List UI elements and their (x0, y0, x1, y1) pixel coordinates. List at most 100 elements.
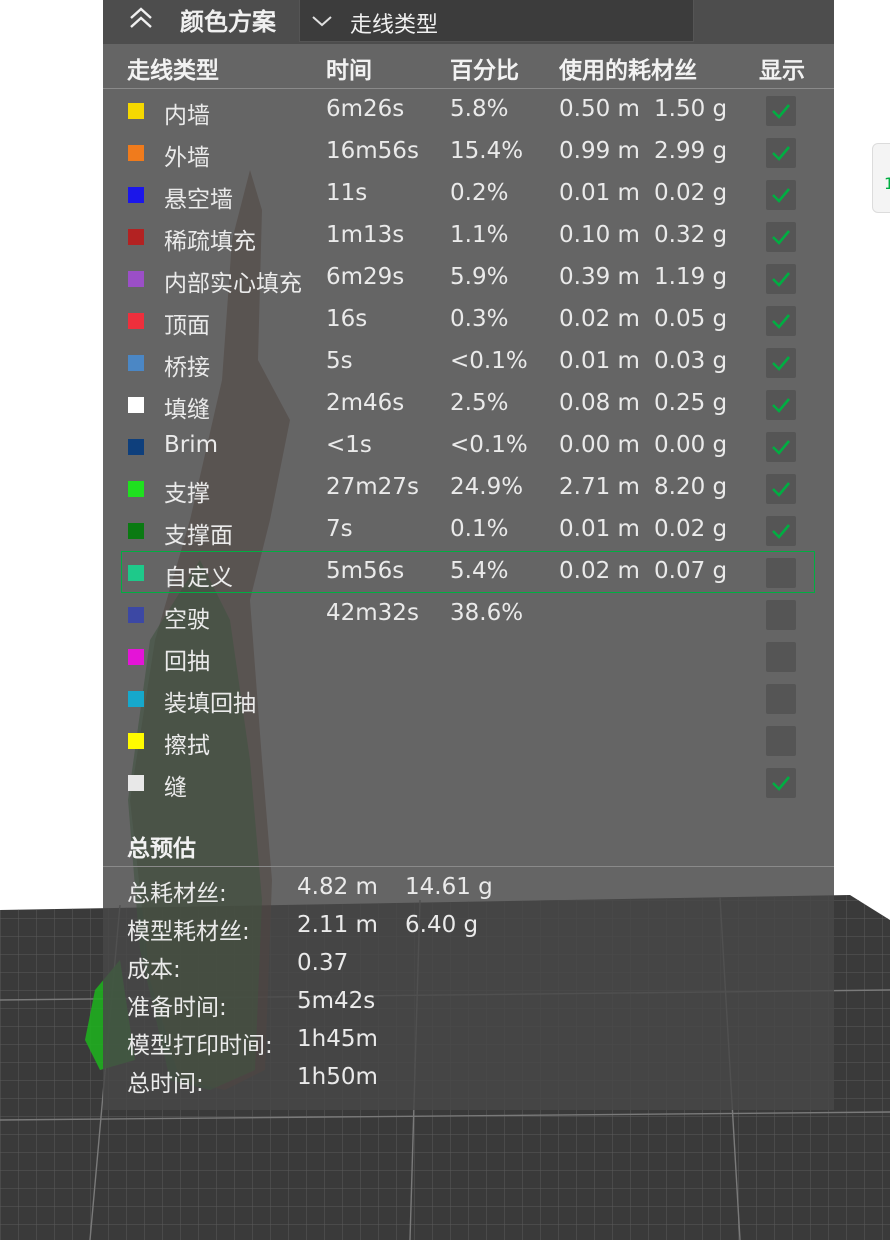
row-length: 0.08 m (559, 390, 640, 416)
row-name: Brim (164, 432, 219, 458)
row-time: 7s (326, 516, 353, 542)
show-checkbox[interactable] (766, 768, 796, 798)
row-name: 桥接 (164, 355, 210, 381)
row-length: 0.50 m (559, 96, 640, 122)
summary-row: 模型打印时间: 1h45m (103, 1022, 834, 1059)
legend-row[interactable]: Brim <1s <0.1% 0.00 m 0.00 g (103, 426, 834, 468)
side-panel-tab[interactable]: 1 (872, 143, 890, 213)
show-checkbox[interactable] (766, 432, 796, 462)
check-icon (772, 440, 790, 455)
color-swatch (128, 775, 144, 791)
show-checkbox[interactable] (766, 306, 796, 336)
chevron-up-double-icon (130, 7, 152, 28)
dropdown-value: 走线类型 (350, 13, 439, 38)
legend-row[interactable]: 擦拭 (103, 720, 834, 762)
legend-row[interactable]: 外墙 16m56s 15.4% 0.99 m 2.99 g (103, 132, 834, 174)
show-checkbox[interactable] (766, 516, 796, 546)
collapse-button[interactable] (125, 2, 157, 34)
row-weight: 0.02 g (654, 180, 728, 206)
legend-row[interactable]: 装填回抽 (103, 678, 834, 720)
show-checkbox[interactable] (766, 348, 796, 378)
row-percent: 0.3% (450, 306, 509, 332)
legend-row[interactable]: 支撑面 7s 0.1% 0.01 m 0.02 g (103, 510, 834, 552)
summary-title: 总预估 (127, 836, 196, 862)
row-time: 16s (326, 306, 368, 332)
summary-row: 成本: 0.37 (103, 946, 834, 983)
summary-value-primary: 2.11 m (297, 912, 378, 938)
summary-label: 总时间: (127, 1071, 204, 1097)
legend-row[interactable]: 支撑 27m27s 24.9% 2.71 m 8.20 g (103, 468, 834, 510)
check-icon (772, 104, 790, 119)
show-checkbox[interactable] (766, 264, 796, 294)
row-percent: <0.1% (450, 432, 528, 458)
show-checkbox[interactable] (766, 180, 796, 210)
legend-row[interactable]: 悬空墙 11s 0.2% 0.01 m 0.02 g (103, 174, 834, 216)
row-time: 16m56s (326, 138, 419, 164)
summary-row: 总时间: 1h50m (103, 1060, 834, 1097)
show-checkbox[interactable] (766, 222, 796, 252)
show-checkbox[interactable] (766, 600, 796, 630)
summary-label: 准备时间: (127, 995, 227, 1021)
legend-row[interactable]: 稀疏填充 1m13s 1.1% 0.10 m 0.32 g (103, 216, 834, 258)
col-header-type: 走线类型 (127, 58, 219, 84)
summary-value-secondary: 14.61 g (405, 874, 493, 900)
row-weight: 1.19 g (654, 264, 728, 290)
summary-label: 总耗材丝: (127, 881, 227, 907)
legend-row[interactable]: 顶面 16s 0.3% 0.02 m 0.05 g (103, 300, 834, 342)
legend-row[interactable]: 内墙 6m26s 5.8% 0.50 m 1.50 g (103, 90, 834, 132)
legend-row[interactable]: 自定义 5m56s 5.4% 0.02 m 0.07 g (103, 551, 834, 594)
row-percent: 2.5% (450, 390, 509, 416)
row-length: 0.02 m (559, 558, 640, 584)
show-checkbox[interactable] (766, 684, 796, 714)
row-weight: 0.25 g (654, 390, 728, 416)
row-name: 稀疏填充 (164, 229, 256, 255)
color-scheme-dropdown[interactable]: 走线类型 (299, 0, 694, 42)
summary-value-primary: 5m42s (297, 988, 376, 1014)
summary-value-secondary: 6.40 g (405, 912, 479, 938)
summary-row: 准备时间: 5m42s (103, 984, 834, 1021)
check-icon (772, 776, 790, 791)
show-checkbox[interactable] (766, 474, 796, 504)
col-header-percent: 百分比 (450, 58, 519, 84)
check-icon (772, 524, 790, 539)
check-icon (772, 482, 790, 497)
legend-row[interactable]: 桥接 5s <0.1% 0.01 m 0.03 g (103, 342, 834, 384)
row-weight: 1.50 g (654, 96, 728, 122)
summary-label: 模型耗材丝: (127, 919, 250, 945)
show-checkbox[interactable] (766, 390, 796, 420)
show-checkbox[interactable] (766, 558, 796, 588)
summary-value-primary: 0.37 (297, 950, 349, 976)
check-icon (772, 356, 790, 371)
row-time: 27m27s (326, 474, 419, 500)
col-header-filament: 使用的耗材丝 (559, 58, 697, 84)
check-icon (772, 398, 790, 413)
row-weight: 0.03 g (654, 348, 728, 374)
row-percent: 0.2% (450, 180, 509, 206)
legend-header: 颜色方案 走线类型 (103, 0, 834, 44)
col-header-show: 显示 (759, 58, 805, 84)
show-checkbox[interactable] (766, 726, 796, 756)
color-swatch (128, 313, 144, 329)
color-swatch (128, 607, 144, 623)
header-divider (103, 88, 834, 89)
slicer-viewport[interactable]: 1 颜色方案 走线类型 走线类型 时间 百分比 使用的耗材丝 显示 内墙 6m26… (0, 0, 890, 1240)
show-checkbox[interactable] (766, 642, 796, 672)
row-time: 11s (326, 180, 368, 206)
legend-row[interactable]: 内部实心填充 6m29s 5.9% 0.39 m 1.19 g (103, 258, 834, 300)
row-percent: 24.9% (450, 474, 524, 500)
legend-row[interactable]: 空驶 42m32s 38.6% (103, 594, 834, 636)
show-checkbox[interactable] (766, 138, 796, 168)
legend-row[interactable]: 回抽 (103, 636, 834, 678)
row-name: 支撑 (164, 481, 210, 507)
row-length: 0.39 m (559, 264, 640, 290)
summary-label: 成本: (127, 957, 181, 983)
row-time: <1s (326, 432, 372, 458)
check-icon (772, 188, 790, 203)
show-checkbox[interactable] (766, 96, 796, 126)
color-swatch (128, 103, 144, 119)
legend-row[interactable]: 填缝 2m46s 2.5% 0.08 m 0.25 g (103, 384, 834, 426)
row-time: 6m29s (326, 264, 405, 290)
legend-row[interactable]: 缝 (103, 762, 834, 804)
color-swatch (128, 523, 144, 539)
color-swatch (128, 397, 144, 413)
